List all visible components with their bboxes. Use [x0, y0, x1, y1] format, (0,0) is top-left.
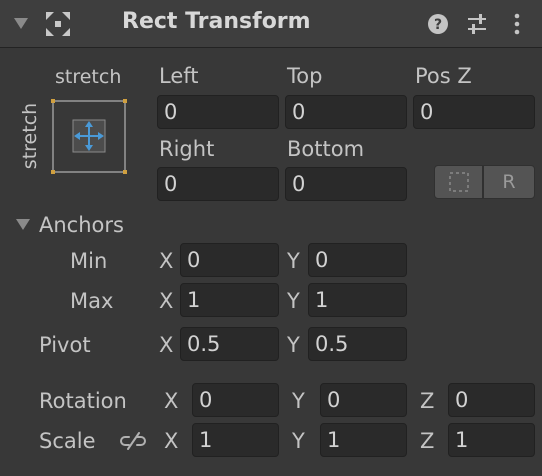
scale-y-field[interactable]: 1 [320, 423, 407, 457]
rotation-y-field[interactable]: 0 [320, 383, 407, 417]
blueprint-dashed-rect-icon [448, 172, 469, 192]
pos-z-label: Pos Z [415, 64, 472, 88]
pos-z-field[interactable]: 0 [413, 95, 535, 129]
scale-z-field[interactable]: 1 [448, 423, 535, 457]
scale-x-field[interactable]: 1 [192, 423, 279, 457]
pivot-x-field[interactable]: 0.5 [180, 327, 279, 361]
anchors-max-x-label: X [159, 289, 174, 313]
rotation-x-field[interactable]: 0 [192, 383, 279, 417]
anchors-label: Anchors [39, 213, 124, 237]
left-label: Left [159, 64, 199, 88]
scale-x-label: X [164, 429, 179, 453]
kebab-menu-icon[interactable] [510, 12, 524, 36]
rotation-z-label: Z [420, 389, 435, 413]
anchors-min-x-field[interactable]: 0 [180, 243, 279, 277]
anchors-min-y-label: Y [287, 249, 300, 273]
anchors-foldout-arrow-icon[interactable] [14, 216, 32, 234]
constrain-proportions-link-icon[interactable] [119, 428, 147, 454]
rotation-label: Rotation [39, 389, 127, 413]
anchors-max-y-field[interactable]: 1 [308, 283, 407, 317]
left-field[interactable]: 0 [157, 95, 279, 129]
anchor-preset-button[interactable] [48, 97, 130, 177]
bottom-label: Bottom [287, 137, 365, 161]
pivot-y-field[interactable]: 0.5 [308, 327, 407, 361]
component-title: Rect Transform [122, 9, 311, 34]
help-icon[interactable]: ? [427, 13, 449, 35]
anchor-vertical-label: stretch [19, 102, 41, 170]
anchors-min-x-label: X [159, 249, 174, 273]
pivot-label: Pivot [39, 333, 91, 357]
scale-z-label: Z [420, 429, 435, 453]
scale-y-label: Y [292, 429, 305, 453]
right-field[interactable]: 0 [157, 167, 279, 201]
right-label: Right [159, 137, 215, 161]
rotation-x-label: X [164, 389, 179, 413]
rotation-y-label: Y [292, 389, 305, 413]
anchors-max-x-field[interactable]: 1 [180, 283, 279, 317]
foldout-arrow-icon[interactable] [12, 14, 30, 32]
raw-edit-button[interactable]: R [483, 165, 535, 199]
top-label: Top [287, 64, 323, 88]
rect-transform-icon [45, 11, 71, 37]
rotation-z-field[interactable]: 0 [448, 383, 535, 417]
anchors-min-label: Min [70, 249, 108, 273]
bottom-field[interactable]: 0 [285, 167, 407, 201]
svg-text:?: ? [434, 17, 442, 33]
pivot-x-label: X [159, 333, 174, 357]
pivot-y-label: Y [287, 333, 300, 357]
scale-label: Scale [39, 429, 96, 453]
anchors-max-label: Max [70, 289, 114, 313]
presets-icon[interactable] [466, 13, 488, 35]
top-field[interactable]: 0 [285, 95, 407, 129]
blueprint-mode-button[interactable] [434, 165, 483, 199]
anchors-min-y-field[interactable]: 0 [308, 243, 407, 277]
anchor-horizontal-label: stretch [55, 66, 122, 88]
anchors-max-y-label: Y [287, 289, 300, 313]
